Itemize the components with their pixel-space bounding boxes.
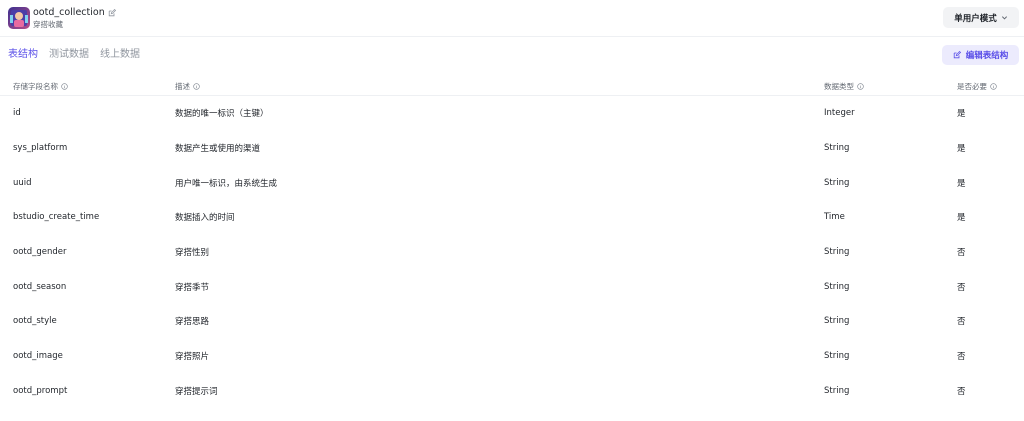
tab-test-data[interactable]: 测试数据 bbox=[49, 48, 89, 61]
data-type-cell: String bbox=[824, 247, 850, 258]
column-header-field-name: 存储字段名称 bbox=[13, 82, 68, 91]
field-name-cell: ootd_season bbox=[13, 281, 67, 292]
info-circle-icon[interactable] bbox=[990, 83, 997, 90]
edit-schema-button[interactable]: 编辑表结构 bbox=[942, 45, 1019, 65]
info-circle-icon[interactable] bbox=[193, 83, 200, 90]
data-type-cell: String bbox=[824, 316, 850, 327]
required-cell: 否 bbox=[957, 386, 966, 397]
column-header-data-type: 数据类型 bbox=[824, 82, 864, 91]
description-cell: 数据插入的时间 bbox=[175, 213, 235, 224]
table-row: bstudio_create_time 数据插入的时间 Time 是 bbox=[0, 200, 1024, 235]
table-row: ootd_image 穿搭照片 String 否 bbox=[0, 339, 1024, 374]
description-cell: 穿搭思路 bbox=[175, 317, 210, 328]
field-name-cell: ootd_style bbox=[13, 316, 57, 327]
description-cell: 数据产生或使用的渠道 bbox=[175, 144, 261, 155]
required-cell: 是 bbox=[957, 144, 966, 155]
required-cell: 否 bbox=[957, 282, 966, 293]
user-mode-dropdown[interactable]: 单用户模式 bbox=[943, 7, 1019, 28]
field-name-cell: ootd_prompt bbox=[13, 385, 68, 396]
tab-schema[interactable]: 表结构 bbox=[8, 48, 38, 61]
table-header: 存储字段名称 描述 数据类型 是否必要 bbox=[0, 77, 1024, 96]
table-name: ootd_collection bbox=[33, 7, 105, 18]
data-type-cell: String bbox=[824, 177, 850, 188]
description-cell: 用户唯一标识，由系统生成 bbox=[175, 178, 278, 189]
table-row: uuid 用户唯一标识，由系统生成 String 是 bbox=[0, 165, 1024, 200]
data-type-cell: String bbox=[824, 143, 850, 154]
chevron-down-icon bbox=[1001, 14, 1008, 21]
edit-schema-label: 编辑表结构 bbox=[965, 51, 1009, 61]
tab-bar: 表结构 测试数据 线上数据 bbox=[8, 48, 140, 61]
data-type-cell: Integer bbox=[824, 108, 855, 119]
required-cell: 否 bbox=[957, 317, 966, 328]
table-row: ootd_prompt 穿搭提示词 String 否 bbox=[0, 374, 1024, 409]
required-cell: 是 bbox=[957, 213, 966, 224]
description-cell: 穿搭照片 bbox=[175, 352, 210, 363]
table-row: ootd_season 穿搭季节 String 否 bbox=[0, 269, 1024, 304]
edit-icon[interactable] bbox=[108, 8, 116, 17]
required-cell: 是 bbox=[957, 109, 966, 120]
field-name-cell: ootd_image bbox=[13, 351, 63, 362]
edit-icon bbox=[953, 51, 961, 59]
field-name-cell: bstudio_create_time bbox=[13, 212, 100, 223]
field-name-cell: id bbox=[13, 108, 21, 119]
column-header-required: 是否必要 bbox=[957, 82, 997, 91]
description-cell: 穿搭性别 bbox=[175, 248, 210, 259]
data-type-cell: String bbox=[824, 385, 850, 396]
table-row: sys_platform 数据产生或使用的渠道 String 是 bbox=[0, 131, 1024, 166]
table-row: ootd_gender 穿搭性别 String 否 bbox=[0, 235, 1024, 270]
table-row: ootd_style 穿搭思路 String 否 bbox=[0, 304, 1024, 339]
column-header-description: 描述 bbox=[175, 82, 200, 91]
required-cell: 否 bbox=[957, 352, 966, 363]
description-cell: 穿搭提示词 bbox=[175, 386, 218, 397]
field-name-cell: sys_platform bbox=[13, 143, 68, 154]
app-avatar-icon bbox=[8, 7, 30, 29]
required-cell: 是 bbox=[957, 178, 966, 189]
field-name-cell: uuid bbox=[13, 177, 32, 188]
top-header: ootd_collection 穿搭收藏 单用户模式 bbox=[0, 0, 1024, 37]
table-title-block: ootd_collection 穿搭收藏 bbox=[33, 7, 116, 29]
schema-table: 存储字段名称 描述 数据类型 是否必要 id 数据的唯一标识（主键） Integ… bbox=[0, 77, 1024, 408]
data-type-cell: String bbox=[824, 281, 850, 292]
table-description: 穿搭收藏 bbox=[33, 20, 63, 29]
info-circle-icon[interactable] bbox=[61, 83, 68, 90]
data-type-cell: String bbox=[824, 351, 850, 362]
info-circle-icon[interactable] bbox=[857, 83, 864, 90]
field-name-cell: ootd_gender bbox=[13, 247, 67, 258]
user-mode-label: 单用户模式 bbox=[954, 13, 997, 24]
tab-online-data[interactable]: 线上数据 bbox=[100, 48, 140, 61]
data-type-cell: Time bbox=[824, 212, 845, 223]
table-row: id 数据的唯一标识（主键） Integer 是 bbox=[0, 96, 1024, 131]
description-cell: 穿搭季节 bbox=[175, 282, 210, 293]
required-cell: 否 bbox=[957, 248, 966, 259]
description-cell: 数据的唯一标识（主键） bbox=[175, 109, 269, 120]
